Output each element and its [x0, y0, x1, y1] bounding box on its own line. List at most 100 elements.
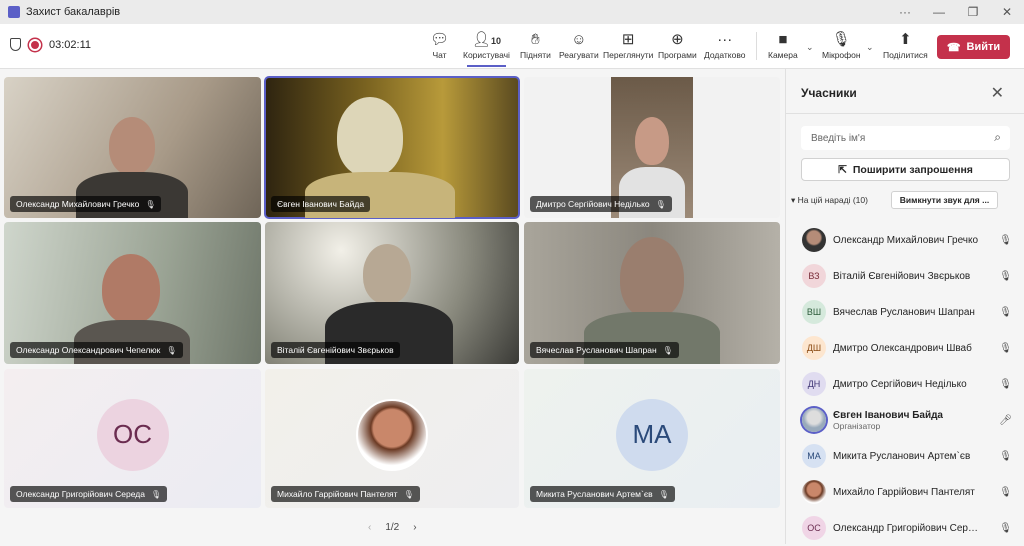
mic-off-icon: 🎙︎: [999, 306, 1012, 318]
mic-options-chevron-icon[interactable]: ⌄: [866, 42, 874, 53]
chat-button[interactable]: 💬︎ Чат: [430, 30, 449, 60]
mic-off-icon: 🎙︎: [999, 342, 1012, 354]
video-tile[interactable]: ОС Олександр Григорійович Середа 🎙︎: [4, 369, 261, 508]
close-panel-icon[interactable]: ✕: [991, 83, 1004, 103]
meeting-timer: 03:02:11: [49, 38, 92, 51]
participant-name: Віталій Євгенійович Звєрьков: [833, 270, 971, 282]
leave-button[interactable]: ☎︎ Вийти: [937, 35, 1010, 59]
mic-off-icon: 🎙︎: [999, 378, 1012, 390]
layout-icon: ⊞: [621, 31, 635, 48]
section-toggle[interactable]: ▾ На цій нараді (10): [791, 195, 868, 206]
avatar-photo: [802, 480, 826, 504]
participant-name: Михайло Гаррійович Пантелят: [833, 486, 975, 498]
video-tile[interactable]: Олександр Михайлович Гречко 🎙︎: [4, 77, 261, 218]
panel-title: Учасники: [801, 86, 857, 100]
mute-all-button[interactable]: Вимкнути звук для ...: [891, 191, 998, 209]
title-bar: Захист бакалаврів ··· — ❐ ✕: [0, 0, 1024, 24]
chat-icon: 💬︎: [430, 31, 450, 48]
mic-off-icon: 🎙︎: [999, 450, 1012, 462]
avatar: ВЗ: [802, 264, 826, 288]
participant-name: Олександр Михайлович Гречко: [16, 199, 140, 209]
participant-name: Олександр Олександрович Чепелюк: [16, 345, 161, 355]
participant-name: Віталій Євгенійович Звєрьков: [277, 345, 394, 355]
pagination: ‹ 1/2 ›: [368, 522, 417, 533]
participant-row[interactable]: ДН Дмитро Сергійович Неділько 🎙︎: [802, 366, 1012, 402]
participant-name: Дмитро Сергійович Неділько: [536, 199, 650, 209]
mic-off-icon: 🎙︎: [658, 489, 669, 499]
participant-row[interactable]: ДШ Дмитро Олександрович Шваб 🎙︎: [802, 330, 1012, 366]
video-tile[interactable]: Дмитро Сергійович Неділько 🎙︎: [524, 77, 780, 218]
window-title: Захист бакалаврів: [26, 6, 121, 18]
apps-icon: ⊕: [671, 31, 684, 48]
video-tile-active-speaker[interactable]: Євген Іванович Байда: [264, 76, 520, 219]
more-button[interactable]: ··· Додатково: [704, 30, 745, 60]
camera-options-chevron-icon[interactable]: ⌄: [806, 42, 814, 53]
video-tile[interactable]: МА Микита Русланович Артем`єв 🎙︎: [524, 369, 780, 508]
close-button[interactable]: ✕: [990, 0, 1024, 24]
prev-page-button[interactable]: ‹: [368, 522, 371, 533]
camera-icon: ■: [778, 31, 788, 48]
video-tile[interactable]: Олександр Олександрович Чепелюк 🎙︎: [4, 222, 261, 364]
avatar: ОС: [802, 516, 826, 540]
participant-row[interactable]: Євген Іванович Байда Організатор 🎤︎: [802, 402, 1012, 438]
microphone-button[interactable]: 🎙︎ Мікрофон: [822, 30, 861, 60]
camera-button[interactable]: ■ Камера: [768, 30, 798, 60]
mic-off-icon: 🎙︎: [999, 270, 1012, 282]
participant-row[interactable]: МА Микита Русланович Артем`єв 🎙︎: [802, 438, 1012, 474]
participant-search-input[interactable]: Введіть ім'я ⌕: [801, 126, 1010, 150]
participant-name: Вячеслав Русланович Шапран: [536, 345, 657, 355]
video-tile[interactable]: Михайло Гаррійович Пантелят 🎙︎: [265, 369, 519, 508]
participant-name: Євген Іванович Байда: [833, 409, 943, 421]
divider: [756, 32, 757, 60]
recording-icon: [29, 38, 41, 51]
share-button[interactable]: ⬆︎ Поділитися: [883, 30, 928, 60]
mic-off-icon: 🎙︎: [999, 234, 1012, 246]
restore-button[interactable]: ❐: [956, 0, 990, 24]
mic-off-icon: 🎙︎: [831, 31, 851, 48]
mic-off-icon: 🎙︎: [662, 345, 673, 355]
mic-off-icon: 🎙︎: [150, 489, 162, 499]
participant-name: Євген Іванович Байда: [277, 199, 365, 209]
share-icon: ⬆︎: [899, 31, 912, 48]
mic-off-icon: 🎙︎: [403, 489, 414, 499]
avatar: ОС: [96, 398, 169, 471]
participant-name: Олександр Михайлович Гречко: [833, 234, 979, 246]
people-button[interactable]: 👤︎10 Користувачі: [463, 30, 510, 67]
participant-role: Організатор: [833, 420, 881, 431]
participant-name: Олександр Григорійович Середа: [833, 522, 983, 534]
share-invite-button[interactable]: ⇱ Поширити запрошення: [801, 158, 1010, 181]
more-options-button[interactable]: ···: [888, 0, 922, 24]
hand-icon: ✋︎: [531, 31, 540, 48]
divider: [786, 113, 1024, 114]
view-button[interactable]: ⊞ Переглянути: [603, 30, 653, 60]
mic-off-icon: 🎙︎: [999, 522, 1012, 534]
participant-row[interactable]: ВШ Вячеслав Русланович Шапран 🎙︎: [802, 294, 1012, 330]
next-page-button[interactable]: ›: [413, 522, 416, 533]
mic-off-icon: 🎙︎: [655, 199, 666, 209]
video-tile[interactable]: Віталій Євгенійович Звєрьков: [265, 222, 519, 364]
avatar: ВШ: [802, 300, 826, 324]
participant-row[interactable]: Олександр Михайлович Гречко 🎙︎: [802, 222, 1012, 258]
phone-hangup-icon: ☎︎: [946, 41, 961, 54]
participant-name: Михайло Гаррійович Пантелят: [277, 489, 398, 499]
participant-name: Олександр Григорійович Середа: [16, 489, 145, 499]
search-icon: ⌕: [994, 130, 1001, 144]
avatar: ДН: [802, 372, 826, 396]
react-button[interactable]: ☺ Реагувати: [559, 30, 599, 60]
share-icon: ⇱: [838, 163, 847, 176]
apps-button[interactable]: ⊕ Програми: [658, 30, 697, 60]
raise-hand-button[interactable]: ✋︎ Підняти: [520, 30, 551, 60]
participants-panel: Учасники ✕ Введіть ім'я ⌕ ⇱ Поширити запро…: [785, 69, 1024, 544]
mic-off-icon: 🎙︎: [166, 345, 177, 355]
participant-row[interactable]: Михайло Гаррійович Пантелят 🎙︎: [802, 474, 1012, 510]
avatar-photo: [802, 228, 826, 252]
avatar: МА: [802, 444, 826, 468]
mic-off-icon: 🎙︎: [145, 199, 156, 209]
participant-name: Дмитро Сергійович Неділько: [833, 378, 967, 390]
video-tile[interactable]: Вячеслав Русланович Шапран 🎙︎: [524, 222, 780, 364]
participant-row[interactable]: ВЗ Віталій Євгенійович Звєрьков 🎙︎: [802, 258, 1012, 294]
participant-name: Микита Русланович Артем`єв: [833, 450, 971, 462]
participant-row[interactable]: ОС Олександр Григорійович Середа 🎙︎: [802, 510, 1012, 546]
avatar-photo: [802, 408, 826, 432]
minimize-button[interactable]: —: [922, 0, 956, 24]
